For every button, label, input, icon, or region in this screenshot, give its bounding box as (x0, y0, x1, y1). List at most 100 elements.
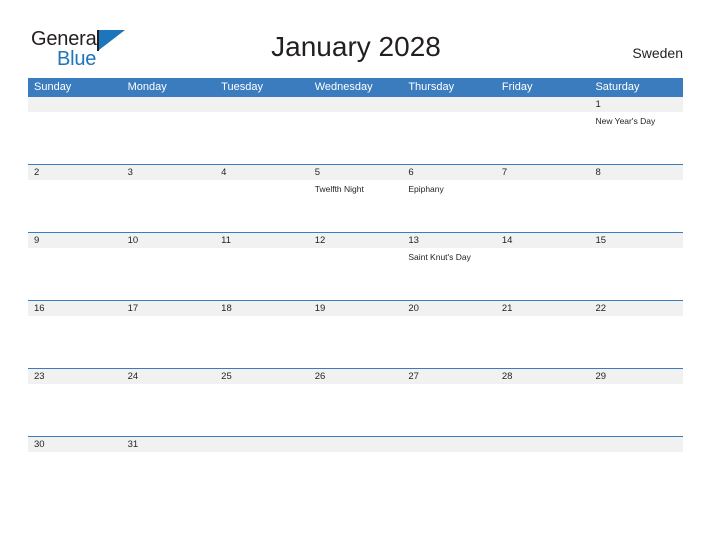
day-cell[interactable] (122, 384, 216, 436)
day-cell[interactable] (589, 316, 683, 368)
day-cell[interactable] (28, 248, 122, 300)
date-number[interactable]: 27 (402, 369, 496, 384)
day-cell[interactable] (309, 316, 403, 368)
week-event-band: Saint Knut's Day (28, 248, 683, 300)
week-date-band: 2 3 4 5 6 7 8 (28, 165, 683, 180)
date-number[interactable]: 6 (402, 165, 496, 180)
date-number[interactable]: 3 (122, 165, 216, 180)
day-cell[interactable]: Saint Knut's Day (402, 248, 496, 300)
day-cell[interactable] (309, 452, 403, 490)
day-cell[interactable] (496, 180, 590, 232)
day-header-thursday: Thursday (408, 81, 455, 93)
day-header-friday: Friday (501, 81, 533, 93)
day-cell[interactable] (215, 384, 309, 436)
date-number[interactable] (496, 97, 590, 112)
date-number[interactable]: 1 (589, 97, 683, 112)
week-date-band: 1 (28, 97, 683, 112)
day-cell[interactable] (402, 316, 496, 368)
week-row: 1 New Year's Day (28, 97, 683, 165)
date-number[interactable]: 10 (122, 233, 216, 248)
day-cell[interactable] (122, 180, 216, 232)
day-cell[interactable] (28, 384, 122, 436)
date-number[interactable] (28, 97, 122, 112)
day-cell[interactable] (309, 384, 403, 436)
day-header-monday: Monday (127, 81, 167, 93)
day-cell[interactable] (28, 452, 122, 490)
day-cell[interactable] (122, 112, 216, 164)
date-number[interactable]: 9 (28, 233, 122, 248)
date-number[interactable] (589, 437, 683, 452)
day-cell[interactable] (309, 112, 403, 164)
day-cell[interactable] (589, 180, 683, 232)
date-number[interactable] (402, 97, 496, 112)
date-number[interactable]: 8 (589, 165, 683, 180)
date-number[interactable]: 18 (215, 301, 309, 316)
date-number[interactable]: 2 (28, 165, 122, 180)
date-number[interactable]: 17 (122, 301, 216, 316)
date-number[interactable]: 24 (122, 369, 216, 384)
day-cell[interactable] (215, 316, 309, 368)
date-number[interactable]: 7 (496, 165, 590, 180)
date-number[interactable]: 26 (309, 369, 403, 384)
date-number[interactable]: 19 (309, 301, 403, 316)
date-number[interactable]: 25 (215, 369, 309, 384)
event-label: Epiphany (408, 184, 444, 194)
day-header-saturday: Saturday (595, 81, 640, 93)
day-cell[interactable] (496, 452, 590, 490)
day-cell[interactable]: Twelfth Night (309, 180, 403, 232)
date-number[interactable]: 13 (402, 233, 496, 248)
date-number[interactable]: 14 (496, 233, 590, 248)
date-number[interactable]: 4 (215, 165, 309, 180)
week-event-band (28, 384, 683, 436)
day-cell[interactable] (589, 452, 683, 490)
day-cell[interactable] (309, 248, 403, 300)
day-cell[interactable] (215, 248, 309, 300)
day-cell[interactable] (215, 452, 309, 490)
day-cell[interactable] (589, 248, 683, 300)
date-number[interactable] (496, 437, 590, 452)
date-number[interactable] (215, 437, 309, 452)
day-cell[interactable] (402, 384, 496, 436)
date-number[interactable]: 5 (309, 165, 403, 180)
date-number[interactable]: 20 (402, 301, 496, 316)
day-cell[interactable]: New Year's Day (589, 112, 683, 164)
week-event-band: New Year's Day (28, 112, 683, 164)
date-number[interactable]: 29 (589, 369, 683, 384)
date-number[interactable] (215, 97, 309, 112)
date-number[interactable]: 30 (28, 437, 122, 452)
day-cell[interactable] (215, 180, 309, 232)
date-number[interactable]: 16 (28, 301, 122, 316)
day-cell[interactable] (28, 112, 122, 164)
date-number[interactable]: 31 (122, 437, 216, 452)
day-cell[interactable] (28, 316, 122, 368)
date-number[interactable]: 15 (589, 233, 683, 248)
day-cell[interactable] (122, 452, 216, 490)
day-cell[interactable] (496, 248, 590, 300)
day-cell[interactable]: Epiphany (402, 180, 496, 232)
date-number[interactable] (309, 97, 403, 112)
day-cell[interactable] (496, 316, 590, 368)
day-cell[interactable] (28, 180, 122, 232)
date-number[interactable]: 12 (309, 233, 403, 248)
day-cell[interactable] (402, 112, 496, 164)
date-number[interactable]: 28 (496, 369, 590, 384)
day-cell[interactable] (496, 384, 590, 436)
day-cell[interactable] (402, 452, 496, 490)
day-cell[interactable] (496, 112, 590, 164)
event-label: Saint Knut's Day (408, 252, 471, 262)
day-cell[interactable] (122, 248, 216, 300)
week-row: 9 10 11 12 13 14 15 Saint Knut's Day (28, 233, 683, 301)
date-number[interactable]: 23 (28, 369, 122, 384)
day-cell[interactable] (589, 384, 683, 436)
day-cell[interactable] (122, 316, 216, 368)
week-row: 23 24 25 26 27 28 29 (28, 369, 683, 437)
day-cell[interactable] (215, 112, 309, 164)
date-number[interactable]: 21 (496, 301, 590, 316)
date-number[interactable]: 11 (215, 233, 309, 248)
date-number[interactable] (309, 437, 403, 452)
date-number[interactable]: 22 (589, 301, 683, 316)
date-number[interactable] (122, 97, 216, 112)
date-number[interactable] (402, 437, 496, 452)
calendar-grid: Sunday Monday Tuesday Wednesday Thursday… (28, 78, 683, 490)
day-header-wednesday: Wednesday (314, 81, 373, 93)
